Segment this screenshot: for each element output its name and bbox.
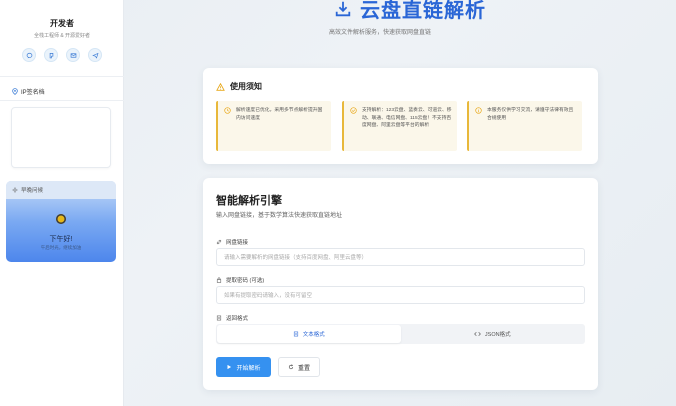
page-title: 云盘直链解析 xyxy=(334,0,486,23)
qq-icon[interactable] xyxy=(44,48,58,62)
greeting-card: 早晚问候 下午好! 午后时光，继续加油 xyxy=(6,181,116,262)
mail-icon[interactable] xyxy=(66,48,80,62)
format-toggle: 文本格式 JSON格式 xyxy=(216,324,585,344)
telegram-icon[interactable] xyxy=(88,48,102,62)
greeting-header: 早晚问候 xyxy=(6,181,116,199)
refresh-icon xyxy=(288,364,294,370)
social-links xyxy=(0,48,124,62)
page-title-text: 云盘直链解析 xyxy=(360,0,486,22)
info-icon xyxy=(475,107,482,114)
notice-card: 使用须知 解析速度已优化，采用多节点解析提升国内访问速度 支持解析：123云盘、… xyxy=(203,68,598,164)
greeting-subtext: 午后时光，继续加油 xyxy=(40,245,82,250)
link-label-text: 网盘链接 xyxy=(226,240,249,246)
format-field-label: 返回格式 xyxy=(216,314,248,322)
divider xyxy=(0,76,124,77)
download-icon xyxy=(335,1,351,16)
notice-item: 支持解析：123云盘、蓝奏云、可道云、移动、联通、电信网盘、115云盘！不支持百… xyxy=(342,101,457,151)
clock-icon xyxy=(224,107,231,114)
notice-item-text: 解析速度已优化，采用多节点解析提升国内访问速度 xyxy=(236,108,323,121)
document-icon xyxy=(216,315,222,321)
engine-title: 智能解析引擎 xyxy=(216,195,282,207)
ip-signature-box xyxy=(11,107,111,168)
parse-button-label: 开始解析 xyxy=(236,365,261,372)
link-input[interactable]: 请输入需要解析的网盘链接（支持百度网盘、阿里云盘等） xyxy=(216,248,585,266)
developer-name: 开发者 xyxy=(50,19,74,28)
lock-icon xyxy=(216,277,222,283)
link-icon xyxy=(216,239,222,245)
format-text-label: 文本格式 xyxy=(302,332,325,338)
warning-icon xyxy=(216,82,225,91)
reset-button[interactable]: 重置 xyxy=(278,357,320,377)
file-text-icon xyxy=(293,331,298,337)
engine-card: 智能解析引擎 输入网盘链接，基于数学算法快速获取直链地址 网盘链接 请输入需要解… xyxy=(203,178,598,390)
notice-item-text: 支持解析：123云盘、蓝奏云、可道云、移动、联通、电信网盘、115云盘！不支持百… xyxy=(362,108,452,128)
reset-button-label: 重置 xyxy=(297,365,310,372)
divider xyxy=(0,100,124,101)
greeting-header-label: 早晚问候 xyxy=(21,188,44,194)
password-field-label: 提取密码 (可选) xyxy=(216,276,264,284)
code-icon xyxy=(474,332,481,336)
format-json-option[interactable]: JSON格式 xyxy=(401,325,585,343)
wechat-icon[interactable] xyxy=(22,48,36,62)
engine-subtitle: 输入网盘链接，基于数学算法快速获取直链地址 xyxy=(216,213,343,219)
notice-title: 使用须知 xyxy=(230,82,262,91)
notice-item-text: 本服务仅供学习交流，请遵守法律有效且合规使用 xyxy=(487,108,574,121)
password-label-text: 提取密码 (可选) xyxy=(226,278,265,284)
ip-section-title: IP签名档 xyxy=(12,87,45,96)
sidebar: 开发者 全栈工程师 & 开源爱好者 IP签名档 早晚问候 下午好! 午后时光，继… xyxy=(0,0,124,406)
format-text-option[interactable]: 文本格式 xyxy=(217,325,401,343)
sun-icon xyxy=(56,214,66,224)
page-subtitle: 高效文件解析服务，快速获取网盘直链 xyxy=(328,30,431,36)
ip-section-label: IP签名档 xyxy=(21,90,45,96)
location-icon xyxy=(12,88,18,95)
play-icon xyxy=(227,364,232,370)
notice-item: 本服务仅供学习交流，请遵守法律有效且合规使用 xyxy=(467,101,582,151)
password-input[interactable]: 如果有提取密码请输入，没有可留空 xyxy=(216,286,585,304)
parse-button[interactable]: 开始解析 xyxy=(216,357,271,377)
greeting-text: 下午好! xyxy=(49,236,73,243)
format-json-label: JSON格式 xyxy=(484,332,511,338)
sun-small-icon xyxy=(12,187,18,193)
notice-item: 解析速度已优化，采用多节点解析提升国内访问速度 xyxy=(216,101,331,151)
link-field-label: 网盘链接 xyxy=(216,238,248,246)
developer-subtitle: 全栈工程师 & 开源爱好者 xyxy=(33,33,91,39)
check-circle-icon xyxy=(350,107,357,114)
format-label-text: 返回格式 xyxy=(226,316,249,322)
notice-header: 使用须知 xyxy=(216,81,262,92)
